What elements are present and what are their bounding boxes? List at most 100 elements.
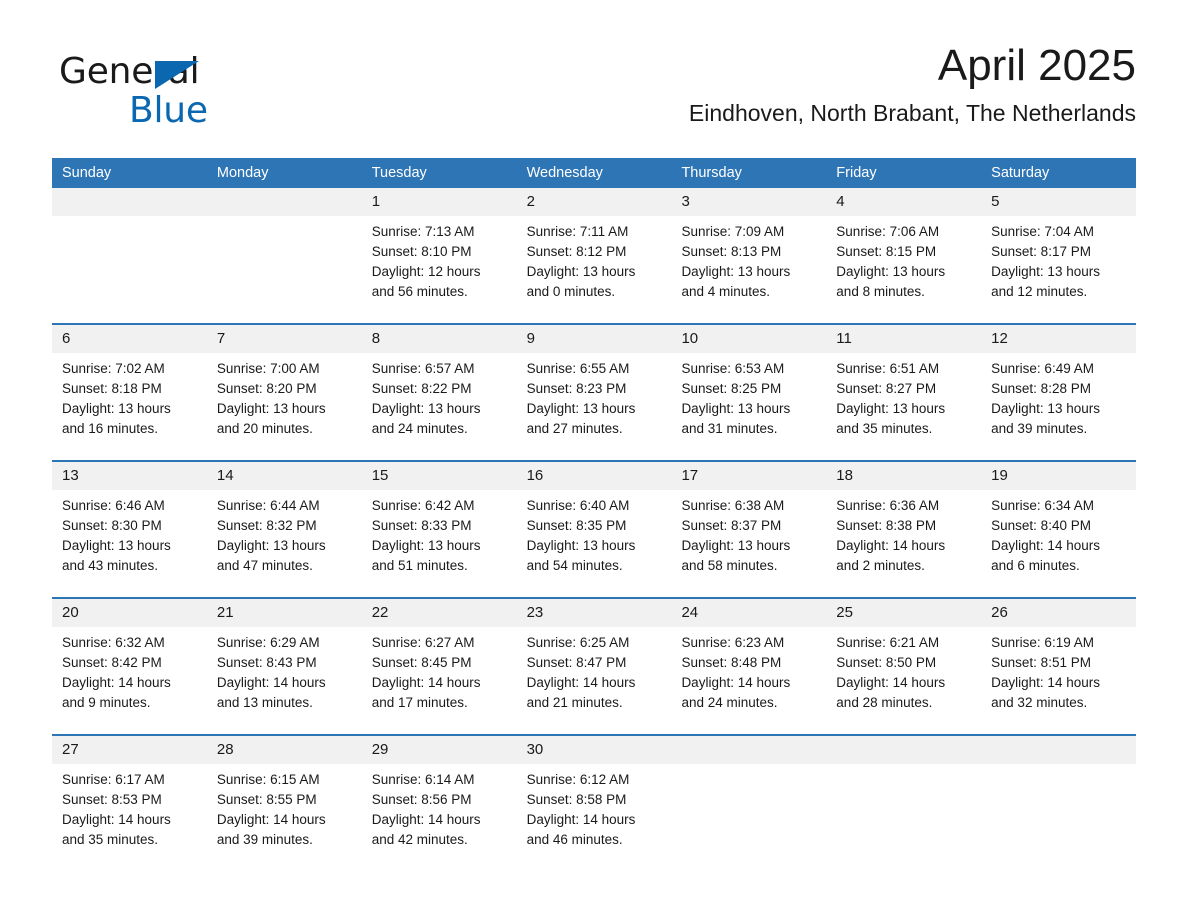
daylight-duration-line-1: Daylight: 14 hours <box>681 675 791 690</box>
daylight-duration-line-2: and 21 minutes. <box>526 695 623 710</box>
day-number-band: 27 <box>52 736 207 764</box>
day-details: Sunrise: 6:57 AM Sunset: 8:22 PM Daylight:… <box>362 353 517 460</box>
calendar-day-cell[interactable]: 4 Sunrise: 7:06 AM Sunset: 8:15 PM Daylight… <box>826 188 982 323</box>
day-number: 27 <box>62 741 79 758</box>
sunset-time: Sunset: 8:30 PM <box>62 518 162 533</box>
daylight-duration-line-1: Daylight: 14 hours <box>371 812 481 827</box>
calendar-day-cell[interactable]: 13 Sunrise: 6:46 AM Sunset: 8:30 PM Dayligh… <box>52 462 207 597</box>
day-details: Sunrise: 7:09 AM Sunset: 8:13 PM Daylight:… <box>671 216 826 323</box>
day-number-band: 25 <box>826 599 982 627</box>
day-details <box>207 216 362 323</box>
sunset-time: Sunset: 8:13 PM <box>681 244 782 259</box>
calendar-day-cell[interactable]: 23 Sunrise: 6:25 AM Sunset: 8:47 PM Dayligh… <box>516 599 672 734</box>
calendar-empty-cell <box>826 736 982 871</box>
page-masthead: General Blue April 2025 Eindhoven, North… <box>52 40 1136 148</box>
sunset-time: Sunset: 8:38 PM <box>836 518 937 533</box>
day-details: Sunrise: 7:06 AM Sunset: 8:15 PM Daylight:… <box>826 216 981 323</box>
calendar-day-cell[interactable]: 14 Sunrise: 6:44 AM Sunset: 8:32 PM Dayligh… <box>206 462 362 597</box>
calendar-day-cell[interactable]: 1 Sunrise: 7:13 AM Sunset: 8:10 PM Daylight… <box>361 188 517 323</box>
weekday-header-row: Sunday Monday Tuesday Wednesday Thursday… <box>52 158 1136 188</box>
day-number-band: 15 <box>361 462 517 490</box>
weekday-header-sunday: Sunday <box>62 165 112 181</box>
calendar-day-cell[interactable]: 12 Sunrise: 6:49 AM Sunset: 8:28 PM Dayligh… <box>981 325 1137 460</box>
daylight-duration-line-2: and 13 minutes. <box>216 695 313 710</box>
calendar-day-cell[interactable]: 18 Sunrise: 6:36 AM Sunset: 8:38 PM Dayligh… <box>826 462 982 597</box>
day-details: Sunrise: 6:27 AM Sunset: 8:45 PM Daylight:… <box>362 627 517 734</box>
calendar-day-cell[interactable]: 20 Sunrise: 6:32 AM Sunset: 8:42 PM Dayligh… <box>52 599 207 734</box>
calendar-day-cell[interactable]: 5 Sunrise: 7:04 AM Sunset: 8:17 PM Daylight… <box>981 188 1137 323</box>
day-details: Sunrise: 6:40 AM Sunset: 8:35 PM Daylight:… <box>517 490 672 597</box>
sunset-time: Sunset: 8:27 PM <box>836 381 937 396</box>
day-details: Sunrise: 6:12 AM Sunset: 8:58 PM Daylight:… <box>517 764 672 871</box>
day-number-band: 19 <box>981 462 1137 490</box>
day-number-band: 17 <box>671 462 827 490</box>
calendar-day-cell[interactable]: 25 Sunrise: 6:21 AM Sunset: 8:50 PM Dayligh… <box>826 599 982 734</box>
day-number-band <box>206 188 362 216</box>
day-number-band: 6 <box>52 325 207 353</box>
calendar-day-cell[interactable]: 7 Sunrise: 7:00 AM Sunset: 8:20 PM Daylight… <box>206 325 362 460</box>
calendar-day-cell[interactable]: 9 Sunrise: 6:55 AM Sunset: 8:23 PM Daylight… <box>516 325 672 460</box>
daylight-duration-line-2: and 12 minutes. <box>991 284 1088 299</box>
sunrise-time: Sunrise: 6:38 AM <box>681 498 785 513</box>
calendar-day-cell[interactable]: 15 Sunrise: 6:42 AM Sunset: 8:33 PM Dayligh… <box>361 462 517 597</box>
sunrise-time: Sunrise: 6:21 AM <box>836 635 940 650</box>
day-number-band: 30 <box>516 736 672 764</box>
calendar-day-cell[interactable]: 28 Sunrise: 6:15 AM Sunset: 8:55 PM Dayligh… <box>206 736 362 871</box>
calendar-day-cell[interactable]: 22 Sunrise: 6:27 AM Sunset: 8:45 PM Dayligh… <box>361 599 517 734</box>
day-details: Sunrise: 6:34 AM Sunset: 8:40 PM Daylight:… <box>981 490 1136 597</box>
calendar-day-cell[interactable]: 27 Sunrise: 6:17 AM Sunset: 8:53 PM Dayligh… <box>52 736 207 871</box>
day-number-band <box>826 736 982 764</box>
daylight-duration-line-1: Daylight: 13 hours <box>62 538 171 553</box>
sunset-time: Sunset: 8:50 PM <box>836 655 937 670</box>
day-number-band: 1 <box>361 188 517 216</box>
sunset-time: Sunset: 8:53 PM <box>62 792 162 807</box>
calendar-day-cell[interactable]: 21 Sunrise: 6:29 AM Sunset: 8:43 PM Dayligh… <box>206 599 362 734</box>
calendar-day-cell[interactable]: 17 Sunrise: 6:38 AM Sunset: 8:37 PM Dayligh… <box>671 462 827 597</box>
general-blue-logo[interactable]: General Blue <box>59 52 279 134</box>
calendar-day-cell[interactable]: 24 Sunrise: 6:23 AM Sunset: 8:48 PM Dayligh… <box>671 599 827 734</box>
calendar-day-cell[interactable]: 2 Sunrise: 7:11 AM Sunset: 8:12 PM Daylight… <box>516 188 672 323</box>
daylight-duration-line-1: Daylight: 13 hours <box>681 538 791 553</box>
title-block: April 2025 Eindhoven, North Brabant, The… <box>689 40 1136 128</box>
day-details: Sunrise: 6:55 AM Sunset: 8:23 PM Daylight:… <box>517 353 672 460</box>
sunrise-time: Sunrise: 6:14 AM <box>371 772 475 787</box>
daylight-duration-line-1: Daylight: 13 hours <box>526 401 636 416</box>
daylight-duration-line-2: and 46 minutes. <box>526 832 623 847</box>
daylight-duration-line-2: and 58 minutes. <box>681 558 778 573</box>
calendar-day-cell[interactable]: 3 Sunrise: 7:09 AM Sunset: 8:13 PM Daylight… <box>671 188 827 323</box>
day-number: 4 <box>836 193 845 210</box>
day-details: Sunrise: 7:00 AM Sunset: 8:20 PM Daylight:… <box>207 353 362 460</box>
day-number: 14 <box>216 467 234 484</box>
day-number-band: 9 <box>516 325 672 353</box>
calendar-week-row: 27 Sunrise: 6:17 AM Sunset: 8:53 PM Dayligh… <box>52 734 1137 871</box>
daylight-duration-line-2: and 24 minutes. <box>371 421 468 436</box>
calendar-day-cell[interactable]: 10 Sunrise: 6:53 AM Sunset: 8:25 PM Dayligh… <box>671 325 827 460</box>
day-number-band: 11 <box>826 325 982 353</box>
triangle-icon <box>155 61 199 89</box>
calendar-week-row: 6 Sunrise: 7:02 AM Sunset: 8:18 PM Daylight… <box>52 323 1137 460</box>
page-subtitle: Eindhoven, North Brabant, The Netherland… <box>688 100 1136 126</box>
day-details <box>826 764 981 871</box>
day-details: Sunrise: 6:19 AM Sunset: 8:51 PM Daylight:… <box>981 627 1136 734</box>
daylight-duration-line-1: Daylight: 14 hours <box>526 675 636 690</box>
calendar-day-cell[interactable]: 11 Sunrise: 6:51 AM Sunset: 8:27 PM Dayligh… <box>826 325 982 460</box>
day-details: Sunrise: 6:42 AM Sunset: 8:33 PM Daylight:… <box>362 490 517 597</box>
sunrise-time: Sunrise: 6:23 AM <box>681 635 785 650</box>
calendar-day-cell[interactable]: 26 Sunrise: 6:19 AM Sunset: 8:51 PM Dayligh… <box>981 599 1137 734</box>
daylight-duration-line-1: Daylight: 13 hours <box>216 538 326 553</box>
calendar-day-cell[interactable]: 8 Sunrise: 6:57 AM Sunset: 8:22 PM Daylight… <box>361 325 517 460</box>
sunrise-time: Sunrise: 6:40 AM <box>526 498 630 513</box>
sunset-time: Sunset: 8:20 PM <box>216 381 317 396</box>
calendar-day-cell[interactable]: 29 Sunrise: 6:14 AM Sunset: 8:56 PM Dayligh… <box>361 736 517 871</box>
day-number: 17 <box>681 467 699 484</box>
sunset-time: Sunset: 8:45 PM <box>371 655 472 670</box>
day-number: 3 <box>681 193 690 210</box>
day-details: Sunrise: 7:11 AM Sunset: 8:12 PM Daylight:… <box>517 216 672 323</box>
calendar-day-cell[interactable]: 16 Sunrise: 6:40 AM Sunset: 8:35 PM Dayligh… <box>516 462 672 597</box>
calendar-day-cell[interactable]: 19 Sunrise: 6:34 AM Sunset: 8:40 PM Dayligh… <box>981 462 1137 597</box>
day-number-band <box>981 736 1137 764</box>
calendar-day-cell[interactable]: 30 Sunrise: 6:12 AM Sunset: 8:58 PM Dayligh… <box>516 736 672 871</box>
day-number: 9 <box>526 330 535 347</box>
daylight-duration-line-2: and 16 minutes. <box>62 421 159 436</box>
calendar-day-cell[interactable]: 6 Sunrise: 7:02 AM Sunset: 8:18 PM Daylight… <box>52 325 207 460</box>
